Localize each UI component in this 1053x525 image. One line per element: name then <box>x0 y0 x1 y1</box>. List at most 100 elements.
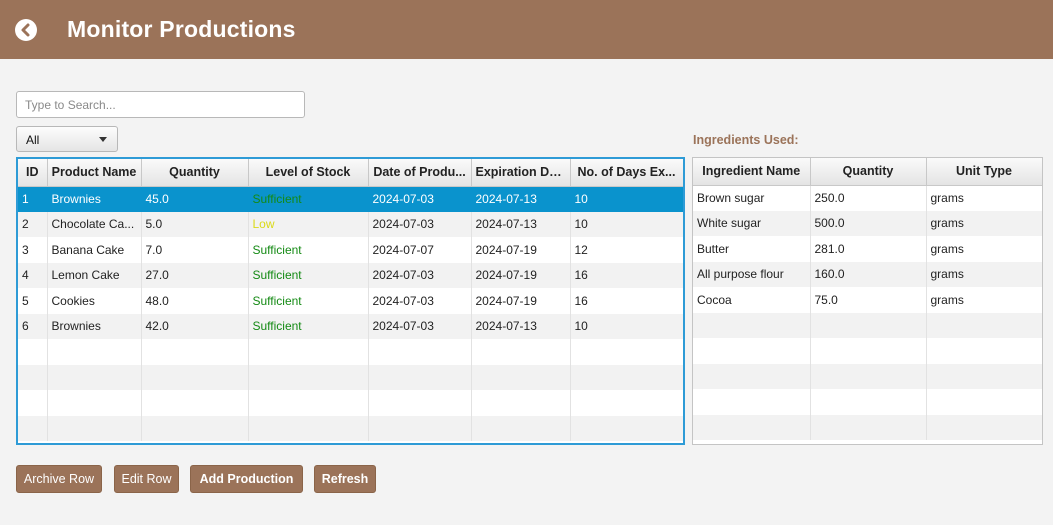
table-cell <box>810 414 927 440</box>
archive-row-button[interactable]: Archive Row <box>16 465 102 493</box>
table-cell <box>18 415 48 441</box>
table-row[interactable]: Brown sugar 250.0 grams <box>693 185 1042 211</box>
table-row[interactable]: 6 Brownies 42.0 Sufficient 2024-07-03 2024-07… <box>18 313 683 339</box>
empty-table-row <box>693 338 1042 364</box>
table-cell <box>18 364 48 390</box>
table-cell <box>47 415 142 441</box>
filter-dropdown-value: All <box>26 133 40 147</box>
table-cell: Sufficient <box>248 262 369 288</box>
table-cell <box>47 364 142 390</box>
empty-table-row <box>18 415 683 441</box>
ingredients-table[interactable]: Ingredient Name Quantity Unit Type Brown s… <box>692 157 1043 445</box>
table-cell <box>248 390 369 416</box>
table-cell: Sufficient <box>248 288 369 314</box>
table-cell: 4 <box>18 262 48 288</box>
header-bar: Monitor Productions <box>0 0 1053 59</box>
table-cell <box>248 364 369 390</box>
add-production-button[interactable]: Add Production <box>190 465 303 493</box>
chevron-down-icon <box>99 137 107 142</box>
column-header[interactable]: Date of Produ... <box>368 159 472 187</box>
table-cell: 2024-07-13 <box>471 313 571 339</box>
table-cell <box>926 312 1042 338</box>
column-header[interactable]: Expiration Date <box>471 159 571 187</box>
table-cell: grams <box>926 185 1042 211</box>
table-cell <box>471 339 571 365</box>
table-cell: All purpose flour <box>693 261 811 287</box>
table-cell <box>47 339 142 365</box>
table-cell: Butter <box>693 236 811 262</box>
table-cell: 2024-07-19 <box>471 288 571 314</box>
table-cell <box>248 415 369 441</box>
table-cell <box>693 363 811 389</box>
table-cell: White sugar <box>693 210 811 236</box>
table-cell <box>926 389 1042 415</box>
table-cell <box>141 415 249 441</box>
table-cell <box>248 339 369 365</box>
table-cell: 2024-07-07 <box>368 237 472 263</box>
table-cell <box>810 363 927 389</box>
table-cell <box>368 390 472 416</box>
table-cell: Banana Cake <box>47 237 142 263</box>
column-header[interactable]: Unit Type <box>926 158 1042 186</box>
table-row[interactable]: 5 Cookies 48.0 Sufficient 2024-07-03 2024-07-… <box>18 288 683 314</box>
refresh-button[interactable]: Refresh <box>314 465 376 493</box>
table-cell <box>47 390 142 416</box>
table-cell: Sufficient <box>248 237 369 263</box>
table-cell: Brown sugar <box>693 185 811 211</box>
table-cell: 45.0 <box>141 186 249 212</box>
table-cell <box>141 390 249 416</box>
table-cell: 10 <box>570 186 683 212</box>
search-input[interactable] <box>16 91 305 118</box>
productions-header-row: ID Product Name Quantity Level of Stock Date… <box>18 159 683 187</box>
table-cell: 160.0 <box>810 261 927 287</box>
table-cell: grams <box>926 287 1042 313</box>
table-cell: Chocolate Ca... <box>47 211 142 237</box>
table-cell: 48.0 <box>141 288 249 314</box>
column-header[interactable]: Quantity <box>810 158 927 186</box>
back-button[interactable] <box>15 19 37 41</box>
empty-table-row <box>693 312 1042 338</box>
table-cell: 16 <box>570 262 683 288</box>
table-cell: grams <box>926 236 1042 262</box>
column-header[interactable]: ID <box>18 159 48 187</box>
table-row[interactable]: All purpose flour 160.0 grams <box>693 261 1042 287</box>
table-row[interactable]: Cocoa 75.0 grams <box>693 287 1042 313</box>
table-cell: 5.0 <box>141 211 249 237</box>
table-row[interactable]: 1 Brownies 45.0 Sufficient 2024-07-03 2024-07… <box>18 186 683 212</box>
table-cell: 2024-07-13 <box>471 211 571 237</box>
table-cell: 75.0 <box>810 287 927 313</box>
table-cell: grams <box>926 210 1042 236</box>
table-row[interactable]: 2 Chocolate Ca... 5.0 Low 2024-07-03 2024-07-… <box>18 211 683 237</box>
empty-table-row <box>18 390 683 416</box>
column-header[interactable]: No. of Days Ex... <box>570 159 683 187</box>
empty-table-row <box>693 389 1042 415</box>
filter-dropdown[interactable]: All <box>16 126 118 152</box>
empty-table-row <box>693 363 1042 389</box>
column-header[interactable]: Quantity <box>141 159 249 187</box>
table-cell: 5 <box>18 288 48 314</box>
table-row[interactable]: 4 Lemon Cake 27.0 Sufficient 2024-07-03 2024-… <box>18 262 683 288</box>
ingredients-header-row: Ingredient Name Quantity Unit Type <box>693 158 1042 186</box>
table-cell <box>471 415 571 441</box>
table-row[interactable]: 3 Banana Cake 7.0 Sufficient 2024-07-07 2024-… <box>18 237 683 263</box>
table-cell: 2024-07-03 <box>368 211 472 237</box>
table-cell <box>693 312 811 338</box>
table-cell: 500.0 <box>810 210 927 236</box>
table-cell <box>368 339 472 365</box>
edit-row-button[interactable]: Edit Row <box>114 465 179 493</box>
table-cell: 42.0 <box>141 313 249 339</box>
productions-table[interactable]: ID Product Name Quantity Level of Stock Date… <box>16 157 685 445</box>
table-cell: 2024-07-19 <box>471 237 571 263</box>
table-row[interactable]: Butter 281.0 grams <box>693 236 1042 262</box>
table-cell: 27.0 <box>141 262 249 288</box>
table-cell <box>368 415 472 441</box>
table-row[interactable]: White sugar 500.0 grams <box>693 210 1042 236</box>
table-cell <box>471 390 571 416</box>
column-header[interactable]: Ingredient Name <box>693 158 811 186</box>
table-cell <box>926 338 1042 364</box>
table-cell: 2024-07-13 <box>471 186 571 212</box>
column-header[interactable]: Product Name <box>47 159 142 187</box>
table-cell: 3 <box>18 237 48 263</box>
column-header[interactable]: Level of Stock <box>248 159 369 187</box>
table-cell <box>693 338 811 364</box>
